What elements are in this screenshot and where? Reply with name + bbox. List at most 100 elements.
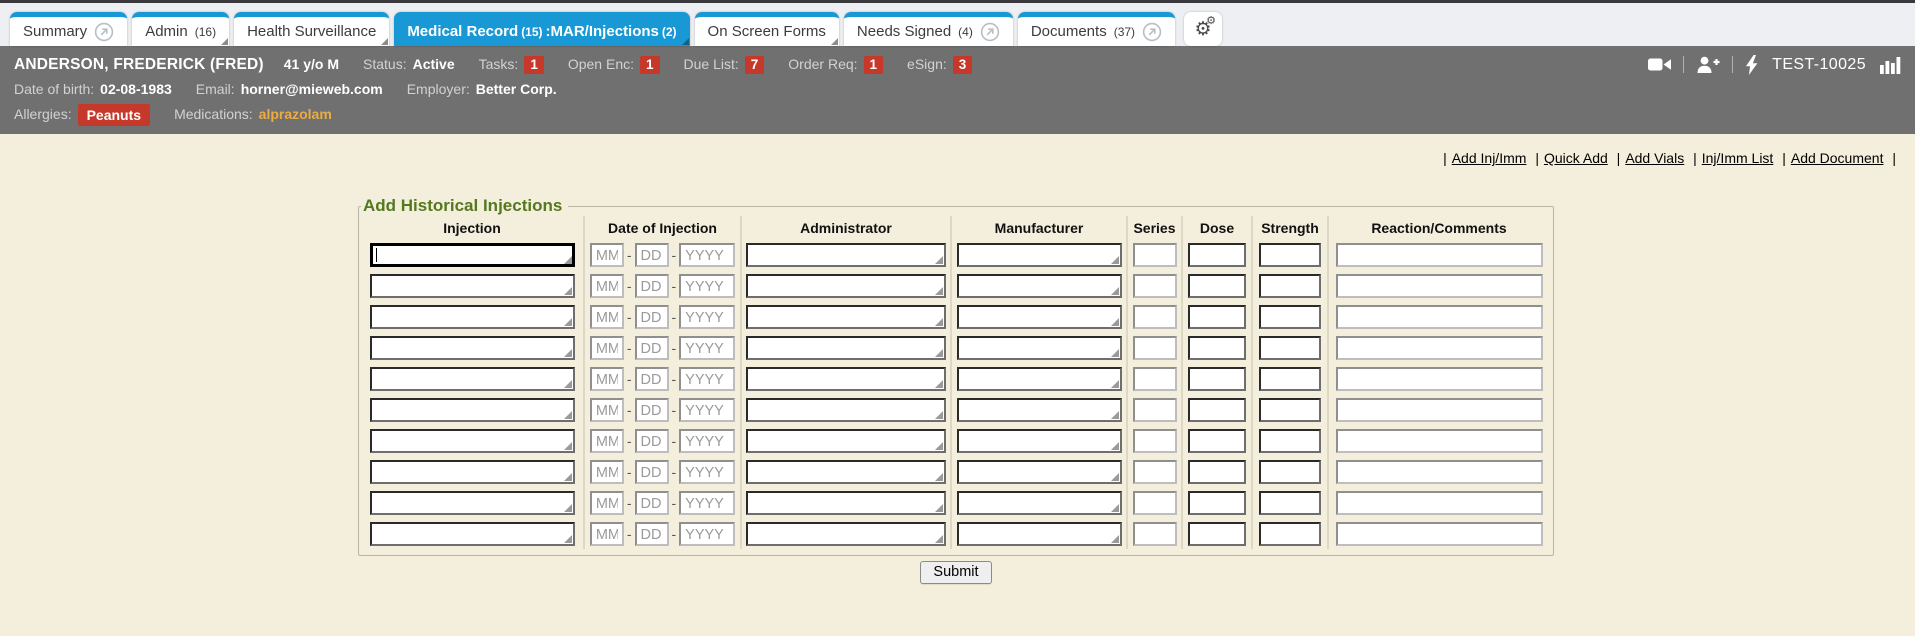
open-new-icon[interactable] <box>980 22 1000 42</box>
video-camera-icon[interactable] <box>1648 57 1671 72</box>
tab-admin[interactable]: Admin (16) <box>132 12 229 46</box>
due-list-count-badge[interactable]: 7 <box>745 56 765 74</box>
injection-input[interactable] <box>370 460 575 484</box>
dose-input[interactable] <box>1188 429 1246 453</box>
manufacturer-input[interactable] <box>957 367 1122 391</box>
series-input[interactable] <box>1133 491 1177 515</box>
strength-input[interactable] <box>1259 305 1321 329</box>
reaction-comments-input[interactable] <box>1336 491 1543 515</box>
date-month-input[interactable] <box>590 491 624 515</box>
administrator-input[interactable] <box>746 522 946 546</box>
date-month-input[interactable] <box>590 398 624 422</box>
dose-input[interactable] <box>1188 305 1246 329</box>
series-input[interactable] <box>1133 429 1177 453</box>
order-req-count-badge[interactable]: 1 <box>864 56 884 74</box>
allergy-badge[interactable]: Peanuts <box>78 104 150 126</box>
date-day-input[interactable] <box>635 336 669 360</box>
injection-input[interactable] <box>370 305 575 329</box>
date-day-input[interactable] <box>635 367 669 391</box>
strength-input[interactable] <box>1259 522 1321 546</box>
link-inj-imm-list[interactable]: Inj/Imm List <box>1702 150 1774 166</box>
reaction-comments-input[interactable] <box>1336 522 1543 546</box>
injection-input[interactable] <box>370 367 575 391</box>
strength-input[interactable] <box>1259 336 1321 360</box>
strength-input[interactable] <box>1259 274 1321 298</box>
strength-input[interactable] <box>1259 429 1321 453</box>
tab-needs-signed[interactable]: Needs Signed (4) <box>844 12 1013 46</box>
date-day-input[interactable] <box>635 460 669 484</box>
date-day-input[interactable] <box>635 243 669 267</box>
date-year-input[interactable] <box>679 429 735 453</box>
reaction-comments-input[interactable] <box>1336 336 1543 360</box>
administrator-input[interactable] <box>746 305 946 329</box>
link-add-vials[interactable]: Add Vials <box>1625 150 1684 166</box>
strength-input[interactable] <box>1259 367 1321 391</box>
date-day-input[interactable] <box>635 274 669 298</box>
date-year-input[interactable] <box>679 336 735 360</box>
date-year-input[interactable] <box>679 491 735 515</box>
date-day-input[interactable] <box>635 429 669 453</box>
date-day-input[interactable] <box>635 522 669 546</box>
date-year-input[interactable] <box>679 367 735 391</box>
medication-link[interactable]: alprazolam <box>259 102 332 127</box>
lightning-icon[interactable] <box>1745 55 1758 75</box>
date-year-input[interactable] <box>679 274 735 298</box>
manufacturer-input[interactable] <box>957 429 1122 453</box>
manufacturer-input[interactable] <box>957 274 1122 298</box>
manufacturer-input[interactable] <box>957 398 1122 422</box>
date-day-input[interactable] <box>635 398 669 422</box>
series-input[interactable] <box>1133 336 1177 360</box>
administrator-input[interactable] <box>746 336 946 360</box>
reaction-comments-input[interactable] <box>1336 274 1543 298</box>
date-year-input[interactable] <box>679 522 735 546</box>
strength-input[interactable] <box>1259 243 1321 267</box>
date-year-input[interactable] <box>679 460 735 484</box>
dose-input[interactable] <box>1188 460 1246 484</box>
strength-input[interactable] <box>1259 398 1321 422</box>
link-quick-add[interactable]: Quick Add <box>1544 150 1608 166</box>
series-input[interactable] <box>1133 367 1177 391</box>
injection-input[interactable] <box>370 429 575 453</box>
dose-input[interactable] <box>1188 367 1246 391</box>
submit-button[interactable]: Submit <box>920 561 991 584</box>
strength-input[interactable] <box>1259 491 1321 515</box>
reaction-comments-input[interactable] <box>1336 243 1543 267</box>
date-month-input[interactable] <box>590 429 624 453</box>
bar-chart-icon[interactable] <box>1880 56 1901 74</box>
administrator-input[interactable] <box>746 243 946 267</box>
date-month-input[interactable] <box>590 367 624 391</box>
series-input[interactable] <box>1133 398 1177 422</box>
injection-input[interactable] <box>370 522 575 546</box>
date-month-input[interactable] <box>590 305 624 329</box>
manufacturer-input[interactable] <box>957 305 1122 329</box>
manufacturer-input[interactable] <box>957 522 1122 546</box>
series-input[interactable] <box>1133 305 1177 329</box>
dose-input[interactable] <box>1188 274 1246 298</box>
date-month-input[interactable] <box>590 243 624 267</box>
date-month-input[interactable] <box>590 460 624 484</box>
tab-health-surveillance[interactable]: Health Surveillance <box>234 12 389 46</box>
dose-input[interactable] <box>1188 491 1246 515</box>
date-day-input[interactable] <box>635 491 669 515</box>
manufacturer-input[interactable] <box>957 491 1122 515</box>
date-month-input[interactable] <box>590 336 624 360</box>
reaction-comments-input[interactable] <box>1336 429 1543 453</box>
date-month-input[interactable] <box>590 274 624 298</box>
injection-input[interactable] <box>370 336 575 360</box>
manufacturer-input[interactable] <box>957 243 1122 267</box>
reaction-comments-input[interactable] <box>1336 460 1543 484</box>
series-input[interactable] <box>1133 460 1177 484</box>
injection-input[interactable] <box>370 243 575 267</box>
esign-count-badge[interactable]: 3 <box>953 56 973 74</box>
administrator-input[interactable] <box>746 491 946 515</box>
administrator-input[interactable] <box>746 274 946 298</box>
injection-input[interactable] <box>370 398 575 422</box>
series-input[interactable] <box>1133 522 1177 546</box>
series-input[interactable] <box>1133 243 1177 267</box>
dose-input[interactable] <box>1188 398 1246 422</box>
administrator-input[interactable] <box>746 460 946 484</box>
date-day-input[interactable] <box>635 305 669 329</box>
reaction-comments-input[interactable] <box>1336 398 1543 422</box>
manufacturer-input[interactable] <box>957 460 1122 484</box>
date-year-input[interactable] <box>679 243 735 267</box>
